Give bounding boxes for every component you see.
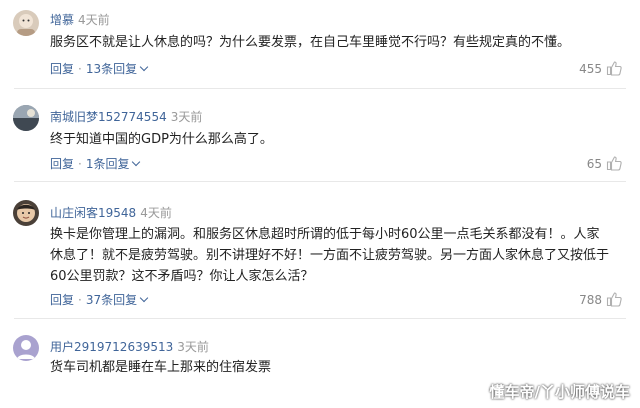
comment-actions: 回复 · 1条回复 — [50, 155, 141, 172]
comment-text: 换卡是你管理上的漏洞。和服务区休息超时所谓的低于每小时60公里一点毛关系都没有！… — [50, 227, 610, 284]
thumbs-up-icon[interactable] — [606, 155, 622, 171]
comment-item: 南城旧梦152774554 3天前 终于知道中国的GDP为什么那么高了。 回复 · 1… — [0, 89, 640, 181]
view-replies-link[interactable]: 37条回复 — [86, 293, 137, 307]
comment-username[interactable]: 用户2919712639513 3天前 — [50, 338, 209, 355]
comment-actions: 回复 · 37条回复 — [50, 291, 149, 308]
like-button[interactable]: 788 — [579, 291, 622, 307]
view-replies-link[interactable]: 13条回复 — [86, 62, 137, 76]
avatar[interactable] — [13, 105, 39, 131]
comment-time: 3天前 — [177, 340, 209, 354]
comment-text: 货车司机都是睡在车上那来的住宿发票 — [50, 360, 272, 375]
comment-actions: 回复 · 13条回复 — [50, 60, 149, 77]
comment-text: 服务区不就是让人休息的吗？为什么要发票，在自己车里睡觉不行吗？有些规定真的不懂。 — [50, 35, 571, 50]
comment-username[interactable]: 南城旧梦152774554 3天前 — [50, 108, 202, 125]
reply-button[interactable]: 回复 — [50, 293, 74, 307]
chevron-down-icon[interactable] — [139, 62, 149, 72]
like-count: 455 — [579, 62, 602, 76]
like-count: 788 — [579, 293, 602, 307]
action-separator: · — [78, 157, 82, 171]
comment-item: 山庄闲客19548 4天前 换卡是你管理上的漏洞。和服务区休息超时所谓的低于每小时… — [0, 182, 640, 318]
view-replies-link[interactable]: 1条回复 — [86, 157, 130, 171]
chevron-down-icon[interactable] — [132, 157, 141, 167]
like-count: 65 — [586, 157, 602, 171]
reply-button[interactable]: 回复 — [50, 62, 74, 76]
comment-time: 3天前 — [170, 110, 203, 124]
like-button[interactable]: 455 — [579, 60, 622, 76]
avatar[interactable] — [13, 10, 39, 36]
thumbs-up-icon[interactable] — [606, 60, 622, 76]
comment-username[interactable]: 山庄闲客19548 4天前 — [50, 204, 172, 221]
watermark: 懂车帝/丫小师傅说车 — [489, 383, 630, 401]
like-button[interactable]: 65 — [587, 155, 622, 171]
avatar[interactable] — [13, 335, 39, 361]
action-separator: · — [78, 293, 82, 307]
comment-time: 4天前 — [140, 206, 172, 220]
chevron-down-icon[interactable] — [139, 293, 149, 303]
comment-username[interactable]: 增慕 4天前 — [50, 11, 110, 28]
comment-text: 终于知道中国的GDP为什么那么高了。 — [50, 132, 273, 147]
comment-item: 增慕 4天前 服务区不就是让人休息的吗？为什么要发票，在自己车里睡觉不行吗？有些规… — [0, 0, 640, 90]
action-separator: · — [78, 62, 82, 76]
avatar[interactable] — [13, 200, 39, 226]
comment-time: 4天前 — [78, 13, 110, 27]
reply-button[interactable]: 回复 — [50, 157, 74, 171]
thumbs-up-icon[interactable] — [606, 291, 622, 307]
